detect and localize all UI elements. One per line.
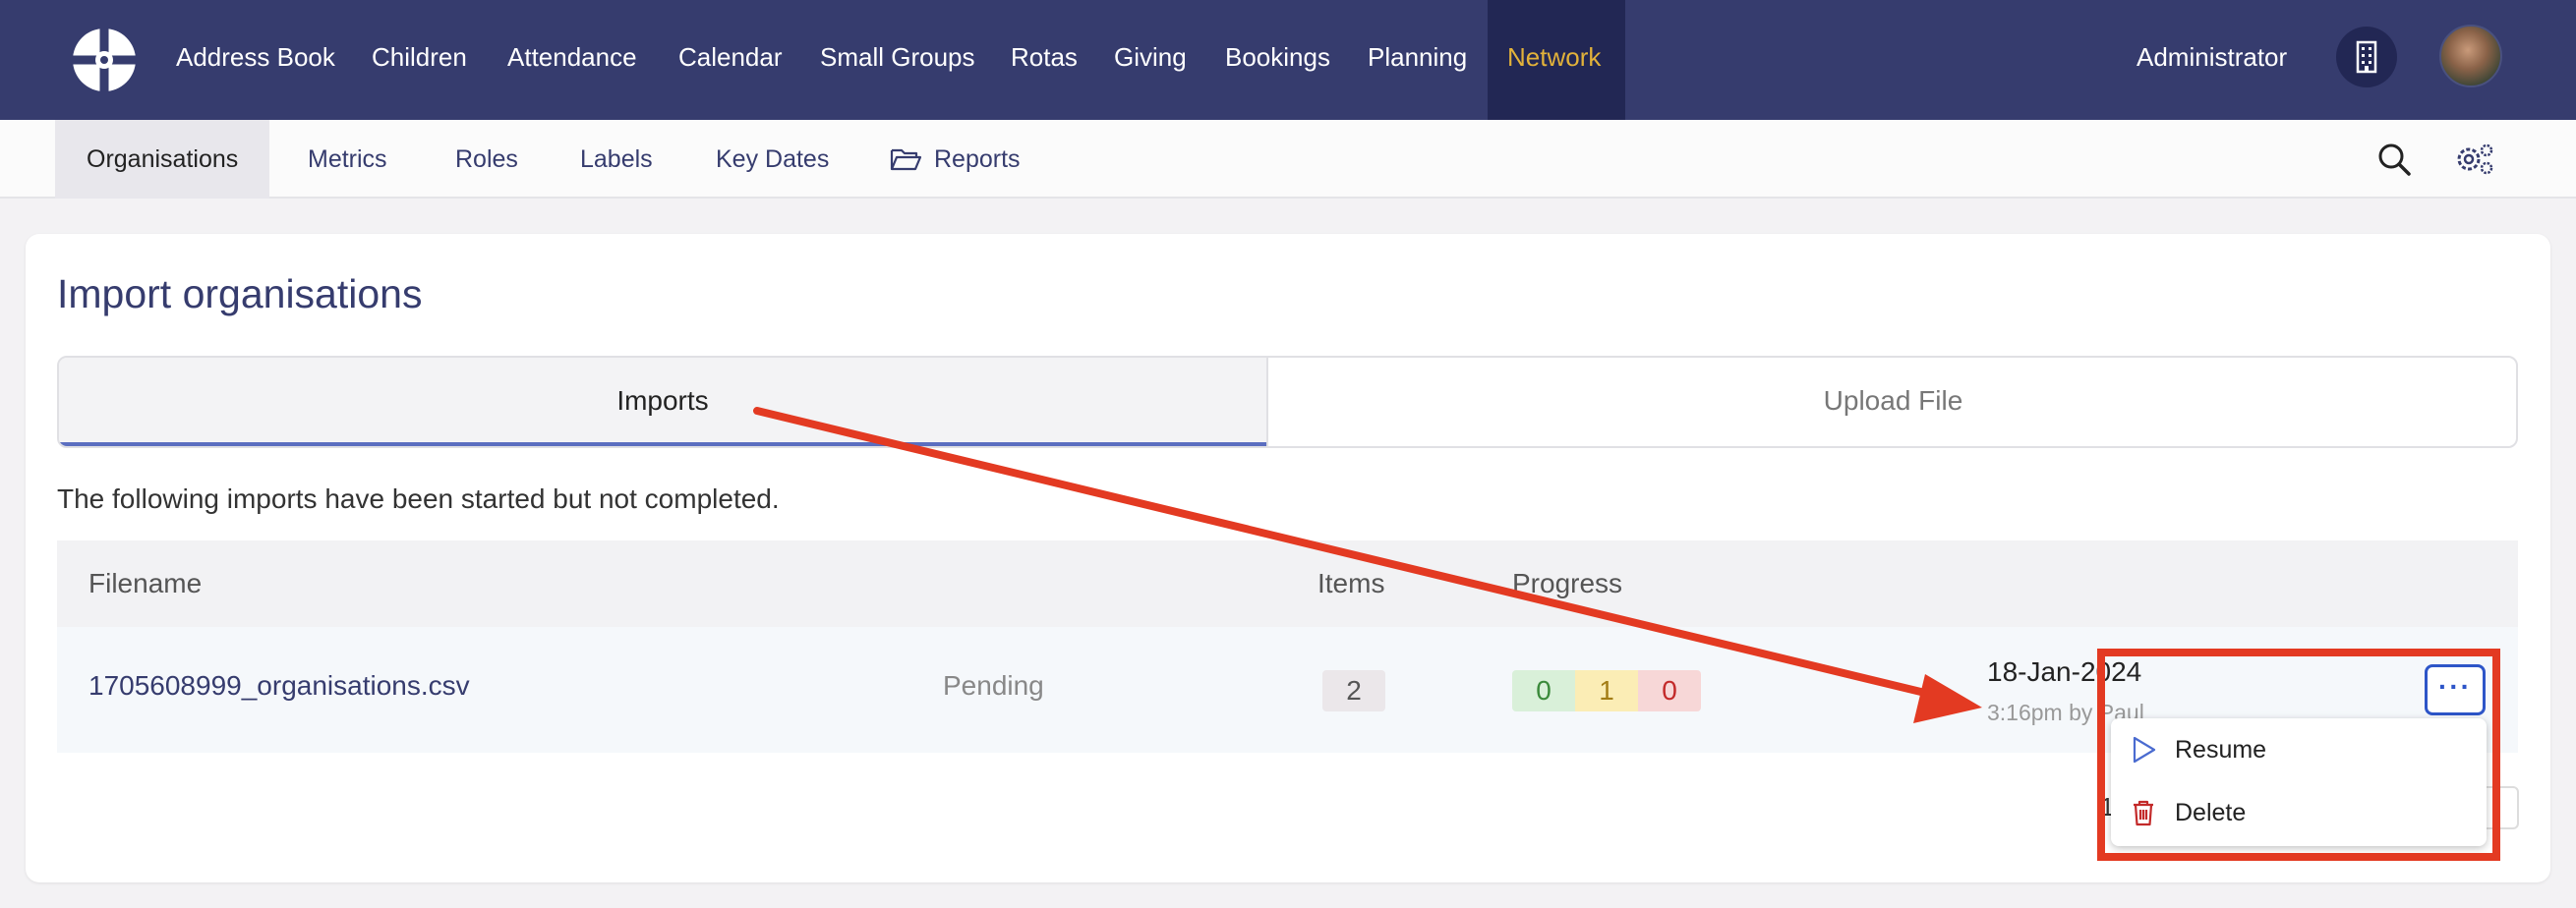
progress-error-count: 0: [1638, 670, 1701, 711]
nav-small-groups[interactable]: Small Groups: [820, 0, 975, 120]
col-progress: Progress: [1512, 568, 1623, 598]
nav-attendance[interactable]: Attendance: [507, 0, 637, 120]
nav-network[interactable]: Network: [1488, 0, 1625, 120]
filename-link[interactable]: 1705608999_organisations.csv: [88, 670, 470, 702]
top-navbar: Address Book Children Attendance Calenda…: [0, 0, 2576, 120]
subnav-roles[interactable]: Roles: [455, 120, 518, 199]
progress-pending-count: 1: [1575, 670, 1638, 711]
subnav-reports[interactable]: Reports: [934, 120, 1021, 199]
user-menu-label[interactable]: Administrator: [2137, 0, 2287, 114]
sub-navbar: Organisations Metrics Roles Labels Key D…: [0, 120, 2576, 199]
intro-text: The following imports have been started …: [57, 483, 780, 514]
subnav-key-dates[interactable]: Key Dates: [716, 120, 829, 199]
status-text: Pending: [943, 670, 1044, 701]
search-icon[interactable]: [2376, 142, 2412, 177]
subnav-metrics[interactable]: Metrics: [308, 120, 387, 199]
page-title: Import organisations: [57, 271, 423, 316]
annotation-highlight-box: [2097, 649, 2500, 861]
nav-calendar[interactable]: Calendar: [678, 0, 783, 120]
items-badge: 2: [1322, 670, 1385, 711]
nav-address-book[interactable]: Address Book: [176, 0, 335, 120]
table-header: Filename Items Progress: [57, 540, 2518, 627]
subnav-organisations[interactable]: Organisations: [55, 120, 270, 199]
nav-giving[interactable]: Giving: [1114, 0, 1187, 120]
settings-gears-icon[interactable]: [2454, 142, 2495, 177]
nav-rotas[interactable]: Rotas: [1011, 0, 1078, 120]
avatar[interactable]: [2439, 25, 2502, 87]
nav-bookings[interactable]: Bookings: [1225, 0, 1330, 120]
nav-planning[interactable]: Planning: [1368, 0, 1467, 120]
nav-children[interactable]: Children: [372, 0, 467, 120]
col-filename: Filename: [88, 568, 203, 598]
tab-strip: Imports Upload File: [57, 356, 2518, 448]
tab-upload-file[interactable]: Upload File: [1266, 358, 2516, 446]
subnav-labels[interactable]: Labels: [580, 120, 653, 199]
progress-success-count: 0: [1512, 670, 1575, 711]
app-logo-icon[interactable]: [72, 28, 137, 92]
folder-open-icon: [890, 148, 922, 171]
tab-imports[interactable]: Imports: [59, 358, 1266, 446]
col-items: Items: [1317, 568, 1385, 598]
building-icon[interactable]: [2336, 27, 2397, 87]
